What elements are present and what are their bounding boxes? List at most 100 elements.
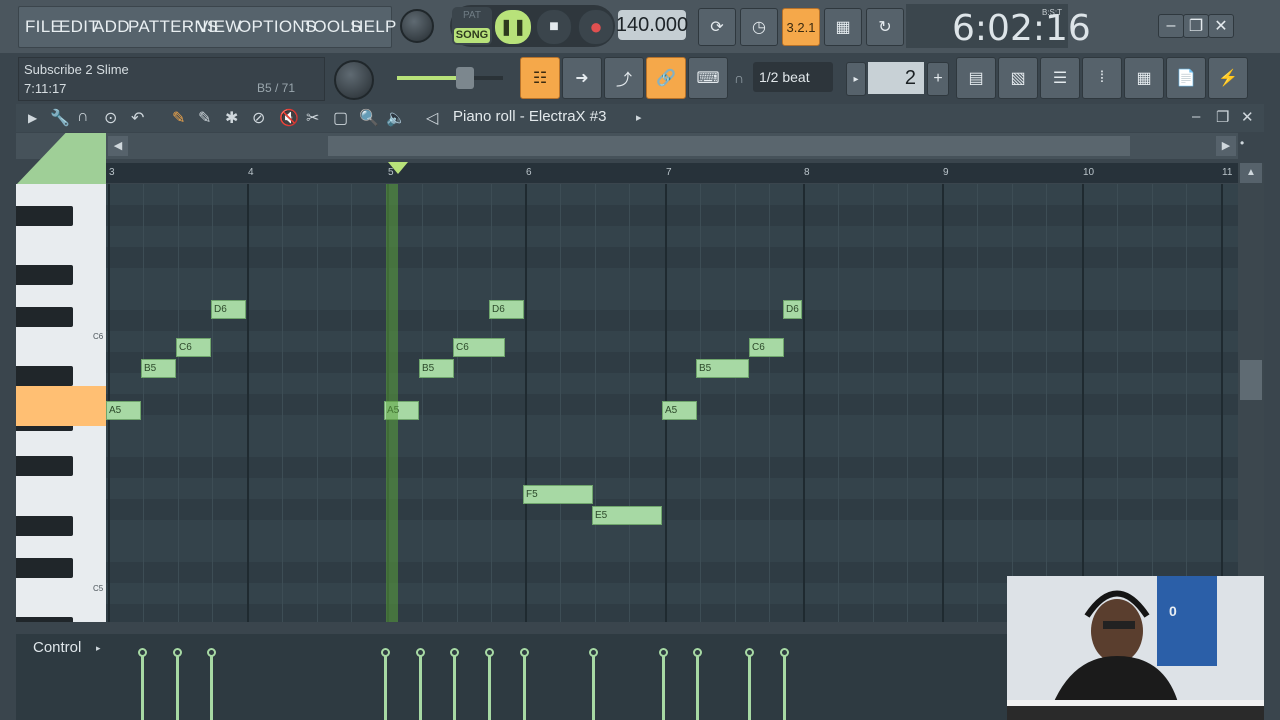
velocity-bar[interactable] [783,653,786,720]
velocity-bar[interactable] [696,653,699,720]
pencil-icon[interactable]: ✎ [172,108,185,128]
velocity-handle[interactable] [207,648,216,657]
note-block[interactable]: F5 [523,485,593,504]
countdown-button[interactable]: 3.2.1 [782,8,820,46]
delete-icon[interactable]: ⊘ [252,108,265,128]
control-label[interactable]: Control [33,639,81,656]
zoom-icon[interactable]: 🔍 [359,108,379,128]
velocity-bar[interactable] [176,653,179,720]
select-icon[interactable]: ▢ [333,108,348,128]
step-prev-button[interactable]: ▸ [846,62,866,96]
master-volume-slider[interactable] [397,76,503,80]
speaker-icon[interactable]: ◁ [426,108,438,128]
velocity-bar[interactable] [592,653,595,720]
note-block[interactable]: C6 [176,338,211,357]
pr-close-icon[interactable]: ✕ [1241,108,1254,126]
record-button[interactable]: ● [578,9,614,45]
velocity-handle[interactable] [485,648,494,657]
mixer-button[interactable]: ⁞ [1082,57,1122,99]
mute-icon[interactable]: 🔇 [279,108,299,128]
magnet-tool-icon[interactable]: ∩ [77,108,89,126]
black-key[interactable] [16,366,73,386]
black-key[interactable] [16,516,73,536]
velocity-handle[interactable] [780,648,789,657]
overview-thumb[interactable] [328,136,1130,156]
velocity-handle[interactable] [659,648,668,657]
minimize-button[interactable]: – [1158,14,1184,38]
active-key-a5[interactable] [16,386,106,426]
velocity-handle[interactable] [173,648,182,657]
note-block[interactable]: A5 [662,401,697,420]
metronome-button[interactable]: ⟳ [698,8,736,46]
overview-menu-icon[interactable]: • [1240,136,1244,150]
channel-rack-button[interactable]: ☰ [1040,57,1080,99]
snap-selector[interactable]: 1/2 beat [753,62,833,92]
black-key[interactable] [16,617,73,622]
menu-add[interactable]: ADD [93,17,130,37]
tempo-nudge-button[interactable]: ⤴ [604,57,644,99]
loop-record-button[interactable]: ↻ [866,8,904,46]
wrench-icon[interactable]: 🔧 [50,108,70,128]
vertical-scrollbar[interactable]: ▲ [1238,163,1264,622]
black-key[interactable] [16,307,73,327]
velocity-bar[interactable] [662,653,665,720]
master-volume-handle[interactable] [456,67,474,89]
velocity-bar[interactable] [488,653,491,720]
scroll-up-button[interactable]: ▲ [1240,163,1262,183]
project-files-button[interactable]: 📄 [1166,57,1206,99]
browser-button[interactable]: ▦ [1124,57,1164,99]
playback-icon[interactable]: 🔈 [386,108,406,128]
note-block[interactable]: D6 [211,300,246,319]
step-add-button[interactable]: + [927,62,949,96]
options-arrow-icon[interactable]: ▶ [28,111,37,125]
velocity-handle[interactable] [381,648,390,657]
typing-keyboard-button[interactable]: ⌨ [688,57,728,99]
slice-icon[interactable]: ✂ [306,108,319,128]
master-pitch-knob[interactable] [334,60,374,100]
velocity-bar[interactable] [419,653,422,720]
velocity-bar[interactable] [384,653,387,720]
menu-view[interactable]: VIEW [197,17,242,37]
stop-button[interactable]: ■ [536,9,572,45]
note-block[interactable]: C6 [453,338,505,357]
overview-left-button[interactable]: ◀ [108,136,128,156]
piano-roll-title[interactable]: Piano roll - ElectraX #3 [453,108,606,125]
playlist-button[interactable]: ➜ [562,57,602,99]
velocity-bar[interactable] [523,653,526,720]
note-block[interactable]: B5 [419,359,454,378]
black-key[interactable] [16,206,73,226]
velocity-handle[interactable] [693,648,702,657]
note-block[interactable]: C6 [749,338,784,357]
undo-icon[interactable]: ↶ [131,108,144,128]
close-button[interactable]: ✕ [1208,14,1234,38]
control-arrow-icon[interactable]: ▸ [96,643,101,654]
note-block[interactable]: A5 [106,401,141,420]
menu-circle-icon[interactable]: ⊙ [104,108,117,128]
black-key[interactable] [16,265,73,285]
black-key[interactable] [16,558,73,578]
wait-input-button[interactable]: ◷ [740,8,778,46]
timeline-ruler[interactable]: 3 4 5 6 7 8 9 10 11 [106,163,1238,183]
title-arrow-icon[interactable]: ▸ [636,111,642,124]
velocity-handle[interactable] [745,648,754,657]
piano-roll-window-button[interactable]: ▧ [998,57,1038,99]
note-grid[interactable]: D6D6D6C6C6C6B5B5B5A5A5A5F5E5 [106,184,1238,622]
main-volume-knob[interactable] [400,9,434,43]
pat-song-toggle[interactable]: PAT SONG [452,7,492,45]
velocity-handle[interactable] [138,648,147,657]
velocity-bar[interactable] [210,653,213,720]
menu-file[interactable]: FILE [25,17,62,37]
playlist-window-button[interactable]: ▤ [956,57,996,99]
tempo-display[interactable]: 140.000 [616,10,688,40]
note-block[interactable]: E5 [592,506,662,525]
paint-delete-icon[interactable]: ✱ [225,108,238,128]
vertical-scroll-thumb[interactable] [1240,360,1262,400]
pr-restore-icon[interactable]: ❐ [1216,108,1229,126]
menu-help[interactable]: HELP [351,17,397,37]
pr-minimize-icon[interactable]: – [1192,108,1200,125]
note-block[interactable]: D6 [783,300,802,319]
pause-button[interactable]: ❚❚ [494,9,532,45]
overview-scrollbar[interactable]: ◀ ▶ [16,133,1238,185]
playhead-marker[interactable] [388,162,408,174]
restore-button[interactable]: ❐ [1183,14,1209,38]
